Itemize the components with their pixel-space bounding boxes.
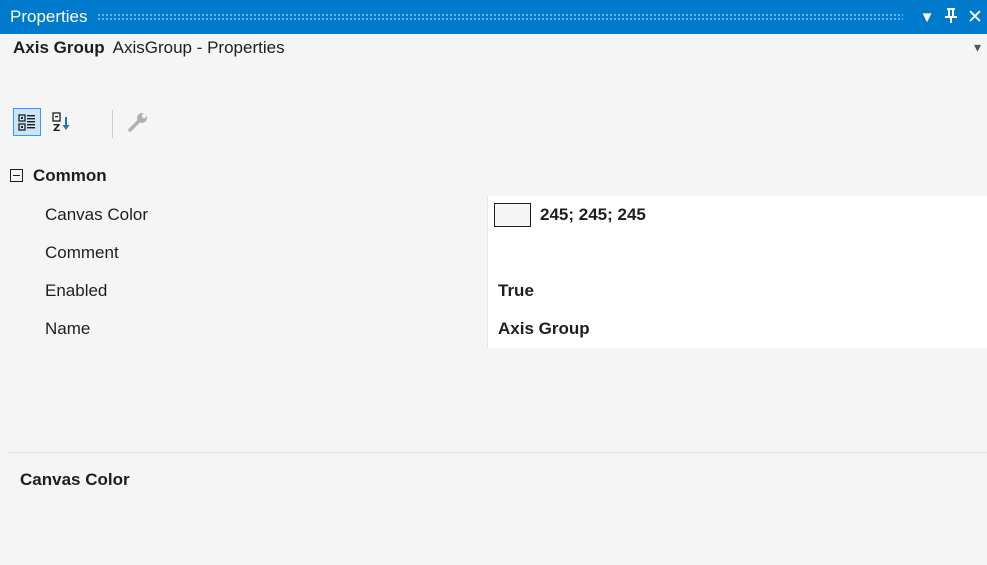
property-name-cell[interactable]: Name: [36, 310, 487, 348]
property-name-cell[interactable]: Canvas Color: [36, 196, 487, 234]
description-splitter[interactable]: [8, 452, 987, 453]
property-row-enabled[interactable]: Enabled True: [36, 272, 987, 310]
alphabetical-button[interactable]: Z: [47, 108, 75, 136]
property-name: Enabled: [45, 281, 108, 300]
property-row-canvas-color[interactable]: Canvas Color 245; 245; 245: [36, 196, 987, 234]
category-label: Common: [33, 166, 107, 185]
property-value-cell[interactable]: True: [488, 272, 987, 310]
object-selector[interactable]: Axis Group AxisGroup - Properties ▾: [0, 34, 987, 62]
title-grip[interactable]: [97, 13, 903, 21]
property-name-cell[interactable]: Enabled: [36, 272, 487, 310]
property-value: True: [498, 281, 534, 300]
toolbar-separator: [112, 110, 113, 138]
categorized-icon: [18, 114, 35, 131]
property-row-name[interactable]: Name Axis Group: [36, 310, 987, 348]
pin-icon[interactable]: [939, 7, 963, 27]
alphabetical-icon: Z: [52, 112, 70, 133]
object-name: Axis Group: [13, 38, 105, 57]
property-row-comment[interactable]: Comment: [36, 234, 987, 272]
property-name: Comment: [45, 243, 119, 262]
svg-text:Z: Z: [53, 123, 60, 133]
categorized-button[interactable]: [13, 108, 41, 136]
property-name: Name: [45, 319, 91, 338]
panel-title-bar: Properties ▼ ✕: [0, 0, 987, 34]
property-pages-button[interactable]: [123, 108, 151, 136]
property-name: Canvas Color: [45, 205, 148, 224]
grid-left-margin: [0, 196, 36, 348]
object-type: AxisGroup - Properties: [112, 38, 285, 57]
description-title: Canvas Color: [20, 470, 130, 489]
property-value-cell[interactable]: Axis Group: [488, 310, 987, 348]
chevron-down-icon[interactable]: ▼: [915, 9, 939, 26]
property-value-cell[interactable]: [488, 234, 987, 272]
category-row-common[interactable]: Common: [0, 160, 987, 196]
close-icon[interactable]: ✕: [963, 6, 987, 29]
dropdown-arrow-icon[interactable]: ▾: [974, 39, 981, 56]
collapse-icon[interactable]: [10, 169, 23, 182]
grid-empty-area: [8, 348, 987, 452]
property-value-cell[interactable]: 245; 245; 245: [488, 196, 987, 234]
panel-title: Properties: [10, 7, 88, 26]
color-swatch[interactable]: [494, 203, 531, 227]
property-value: 245; 245; 245: [540, 205, 646, 224]
property-name-cell[interactable]: Comment: [36, 234, 487, 272]
property-value: Axis Group: [498, 319, 590, 338]
properties-toolbar: Z: [0, 100, 987, 140]
property-pages-icon: [128, 113, 147, 132]
